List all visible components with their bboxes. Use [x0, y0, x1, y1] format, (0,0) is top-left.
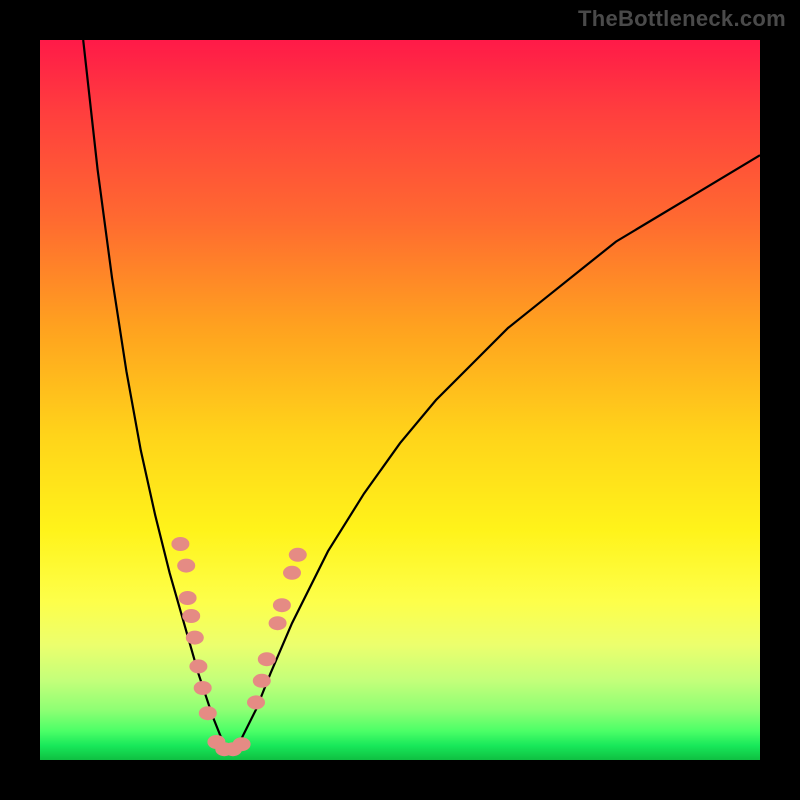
- gpu-bead: [283, 566, 301, 580]
- gpu-bead: [171, 537, 189, 551]
- gpu-bead: [233, 737, 251, 751]
- gpu-bead: [179, 591, 197, 605]
- gpu-bead: [289, 548, 307, 562]
- gpu-bead: [194, 681, 212, 695]
- gpu-bead: [247, 695, 265, 709]
- gpu-bead: [189, 659, 207, 673]
- gpu-bead: [269, 616, 287, 630]
- gpu-bead: [253, 674, 271, 688]
- chart-svg: [40, 40, 760, 760]
- gpu-bead: [177, 559, 195, 573]
- bottleneck-curve-path: [83, 40, 760, 753]
- chart-stage: TheBottleneck.com: [0, 0, 800, 800]
- gpu-bead: [186, 631, 204, 645]
- gpu-bead: [258, 652, 276, 666]
- gpu-bead: [199, 706, 217, 720]
- gpu-bead: [182, 609, 200, 623]
- plot-area: [40, 40, 760, 760]
- watermark-text: TheBottleneck.com: [578, 6, 786, 32]
- gpu-bead: [273, 598, 291, 612]
